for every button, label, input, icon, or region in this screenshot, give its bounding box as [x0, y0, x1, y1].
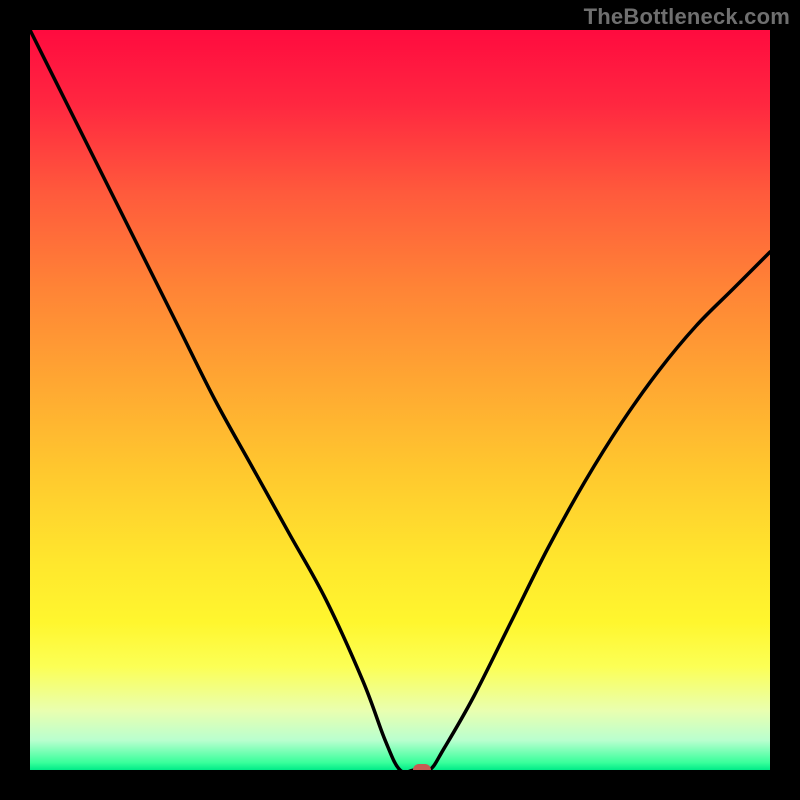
- bottleneck-curve: [30, 30, 770, 770]
- watermark-text: TheBottleneck.com: [584, 4, 790, 30]
- bottleneck-marker-icon: [413, 764, 431, 770]
- plot-area: [30, 30, 770, 770]
- chart-frame: TheBottleneck.com: [0, 0, 800, 800]
